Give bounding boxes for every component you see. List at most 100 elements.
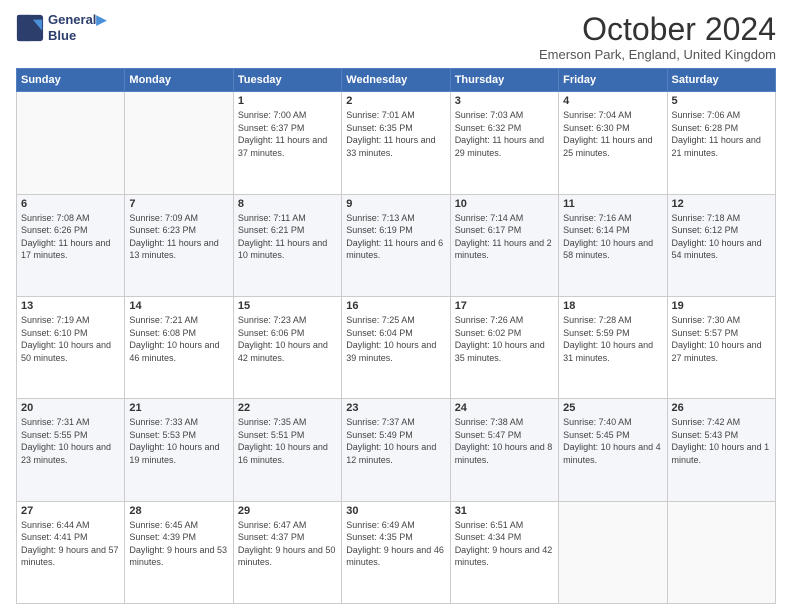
calendar-cell: 22 Sunrise: 7:35 AM Sunset: 5:51 PM Dayli…: [233, 399, 341, 501]
day-info: Sunrise: 7:14 AM Sunset: 6:17 PM Dayligh…: [455, 212, 554, 262]
day-number: 24: [455, 402, 554, 414]
calendar-cell: 6 Sunrise: 7:08 AM Sunset: 6:26 PM Daylig…: [17, 194, 125, 296]
day-info: Sunrise: 7:08 AM Sunset: 6:26 PM Dayligh…: [21, 212, 120, 262]
day-info: Sunrise: 6:45 AM Sunset: 4:39 PM Dayligh…: [129, 519, 228, 569]
day-number: 13: [21, 300, 120, 312]
day-number: 3: [455, 95, 554, 107]
calendar-week-row: 1Sunrise: 7:00 AM Sunset: 6:37 PM Daylig…: [17, 92, 776, 194]
day-info: Sunrise: 7:01 AM Sunset: 6:35 PM Dayligh…: [346, 109, 445, 159]
weekday-header: Tuesday: [233, 69, 341, 92]
day-number: 21: [129, 402, 228, 414]
day-info: Sunrise: 6:44 AM Sunset: 4:41 PM Dayligh…: [21, 519, 120, 569]
day-number: 16: [346, 300, 445, 312]
day-info: Sunrise: 6:49 AM Sunset: 4:35 PM Dayligh…: [346, 519, 445, 569]
day-number: 2: [346, 95, 445, 107]
day-number: 30: [346, 505, 445, 517]
calendar-cell: 14 Sunrise: 7:21 AM Sunset: 6:08 PM Dayli…: [125, 296, 233, 398]
day-number: 31: [455, 505, 554, 517]
calendar-cell: 5Sunrise: 7:06 AM Sunset: 6:28 PM Daylig…: [667, 92, 775, 194]
weekday-header: Sunday: [17, 69, 125, 92]
day-info: Sunrise: 7:35 AM Sunset: 5:51 PM Dayligh…: [238, 416, 337, 466]
logo-text: General▶ Blue: [48, 12, 106, 43]
day-number: 25: [563, 402, 662, 414]
calendar-cell: 4Sunrise: 7:04 AM Sunset: 6:30 PM Daylig…: [559, 92, 667, 194]
calendar-cell: 11 Sunrise: 7:16 AM Sunset: 6:14 PM Dayli…: [559, 194, 667, 296]
logo-line1: General▶: [48, 12, 106, 28]
day-number: 8: [238, 198, 337, 210]
calendar-cell: 27 Sunrise: 6:44 AM Sunset: 4:41 PM Dayli…: [17, 501, 125, 603]
weekday-header: Thursday: [450, 69, 558, 92]
calendar-cell: 23 Sunrise: 7:37 AM Sunset: 5:49 PM Dayli…: [342, 399, 450, 501]
day-info: Sunrise: 7:23 AM Sunset: 6:06 PM Dayligh…: [238, 314, 337, 364]
weekday-header: Saturday: [667, 69, 775, 92]
day-info: Sunrise: 6:51 AM Sunset: 4:34 PM Dayligh…: [455, 519, 554, 569]
header: General▶ Blue October 2024 Emerson Park,…: [16, 12, 776, 62]
day-info: Sunrise: 7:42 AM Sunset: 5:43 PM Dayligh…: [672, 416, 771, 466]
calendar-cell: 10 Sunrise: 7:14 AM Sunset: 6:17 PM Dayli…: [450, 194, 558, 296]
day-number: 15: [238, 300, 337, 312]
day-number: 29: [238, 505, 337, 517]
calendar-cell: 17 Sunrise: 7:26 AM Sunset: 6:02 PM Dayli…: [450, 296, 558, 398]
calendar-cell: 8 Sunrise: 7:11 AM Sunset: 6:21 PM Daylig…: [233, 194, 341, 296]
day-number: 4: [563, 95, 662, 107]
calendar-cell: 15 Sunrise: 7:23 AM Sunset: 6:06 PM Dayli…: [233, 296, 341, 398]
day-number: 9: [346, 198, 445, 210]
day-info: Sunrise: 7:30 AM Sunset: 5:57 PM Dayligh…: [672, 314, 771, 364]
calendar-cell: [667, 501, 775, 603]
calendar-cell: 16 Sunrise: 7:25 AM Sunset: 6:04 PM Dayli…: [342, 296, 450, 398]
day-info: Sunrise: 7:11 AM Sunset: 6:21 PM Dayligh…: [238, 212, 337, 262]
day-info: Sunrise: 7:21 AM Sunset: 6:08 PM Dayligh…: [129, 314, 228, 364]
day-number: 27: [21, 505, 120, 517]
calendar-cell: 1Sunrise: 7:00 AM Sunset: 6:37 PM Daylig…: [233, 92, 341, 194]
calendar-cell: 30 Sunrise: 6:49 AM Sunset: 4:35 PM Dayli…: [342, 501, 450, 603]
calendar-cell: 25 Sunrise: 7:40 AM Sunset: 5:45 PM Dayli…: [559, 399, 667, 501]
day-number: 18: [563, 300, 662, 312]
day-info: Sunrise: 7:00 AM Sunset: 6:37 PM Dayligh…: [238, 109, 337, 159]
day-info: Sunrise: 7:25 AM Sunset: 6:04 PM Dayligh…: [346, 314, 445, 364]
day-number: 23: [346, 402, 445, 414]
calendar-cell: 2 Sunrise: 7:01 AM Sunset: 6:35 PM Daylig…: [342, 92, 450, 194]
calendar-cell: [17, 92, 125, 194]
calendar-cell: 31 Sunrise: 6:51 AM Sunset: 4:34 PM Dayli…: [450, 501, 558, 603]
calendar-cell: 24 Sunrise: 7:38 AM Sunset: 5:47 PM Dayli…: [450, 399, 558, 501]
day-info: Sunrise: 7:28 AM Sunset: 5:59 PM Dayligh…: [563, 314, 662, 364]
day-number: 10: [455, 198, 554, 210]
day-info: Sunrise: 7:31 AM Sunset: 5:55 PM Dayligh…: [21, 416, 120, 466]
day-info: Sunrise: 7:09 AM Sunset: 6:23 PM Dayligh…: [129, 212, 228, 262]
calendar-cell: 7Sunrise: 7:09 AM Sunset: 6:23 PM Daylig…: [125, 194, 233, 296]
weekday-header: Wednesday: [342, 69, 450, 92]
calendar-cell: 29Sunrise: 6:47 AM Sunset: 4:37 PM Dayli…: [233, 501, 341, 603]
day-number: 11: [563, 198, 662, 210]
calendar-cell: 26 Sunrise: 7:42 AM Sunset: 5:43 PM Dayli…: [667, 399, 775, 501]
day-number: 6: [21, 198, 120, 210]
logo-line2: Blue: [48, 28, 106, 44]
day-info: Sunrise: 7:33 AM Sunset: 5:53 PM Dayligh…: [129, 416, 228, 466]
calendar-cell: 12Sunrise: 7:18 AM Sunset: 6:12 PM Dayli…: [667, 194, 775, 296]
day-info: Sunrise: 7:40 AM Sunset: 5:45 PM Dayligh…: [563, 416, 662, 466]
calendar-cell: 3 Sunrise: 7:03 AM Sunset: 6:32 PM Daylig…: [450, 92, 558, 194]
day-info: Sunrise: 7:06 AM Sunset: 6:28 PM Dayligh…: [672, 109, 771, 159]
day-number: 22: [238, 402, 337, 414]
logo-icon: [16, 14, 44, 42]
day-number: 28: [129, 505, 228, 517]
day-number: 14: [129, 300, 228, 312]
calendar-week-row: 6 Sunrise: 7:08 AM Sunset: 6:26 PM Daylig…: [17, 194, 776, 296]
day-number: 19: [672, 300, 771, 312]
weekday-header: Monday: [125, 69, 233, 92]
day-info: Sunrise: 7:26 AM Sunset: 6:02 PM Dayligh…: [455, 314, 554, 364]
day-info: Sunrise: 7:13 AM Sunset: 6:19 PM Dayligh…: [346, 212, 445, 262]
day-number: 17: [455, 300, 554, 312]
calendar-cell: 18 Sunrise: 7:28 AM Sunset: 5:59 PM Dayli…: [559, 296, 667, 398]
calendar-cell: [559, 501, 667, 603]
day-info: Sunrise: 7:03 AM Sunset: 6:32 PM Dayligh…: [455, 109, 554, 159]
day-number: 26: [672, 402, 771, 414]
day-info: Sunrise: 7:16 AM Sunset: 6:14 PM Dayligh…: [563, 212, 662, 262]
calendar-cell: [125, 92, 233, 194]
location: Emerson Park, England, United Kingdom: [539, 47, 776, 62]
title-block: October 2024 Emerson Park, England, Unit…: [539, 12, 776, 62]
calendar-week-row: 27 Sunrise: 6:44 AM Sunset: 4:41 PM Dayli…: [17, 501, 776, 603]
calendar-week-row: 13Sunrise: 7:19 AM Sunset: 6:10 PM Dayli…: [17, 296, 776, 398]
day-info: Sunrise: 7:37 AM Sunset: 5:49 PM Dayligh…: [346, 416, 445, 466]
day-info: Sunrise: 7:38 AM Sunset: 5:47 PM Dayligh…: [455, 416, 554, 466]
header-row: SundayMondayTuesdayWednesdayThursdayFrid…: [17, 69, 776, 92]
